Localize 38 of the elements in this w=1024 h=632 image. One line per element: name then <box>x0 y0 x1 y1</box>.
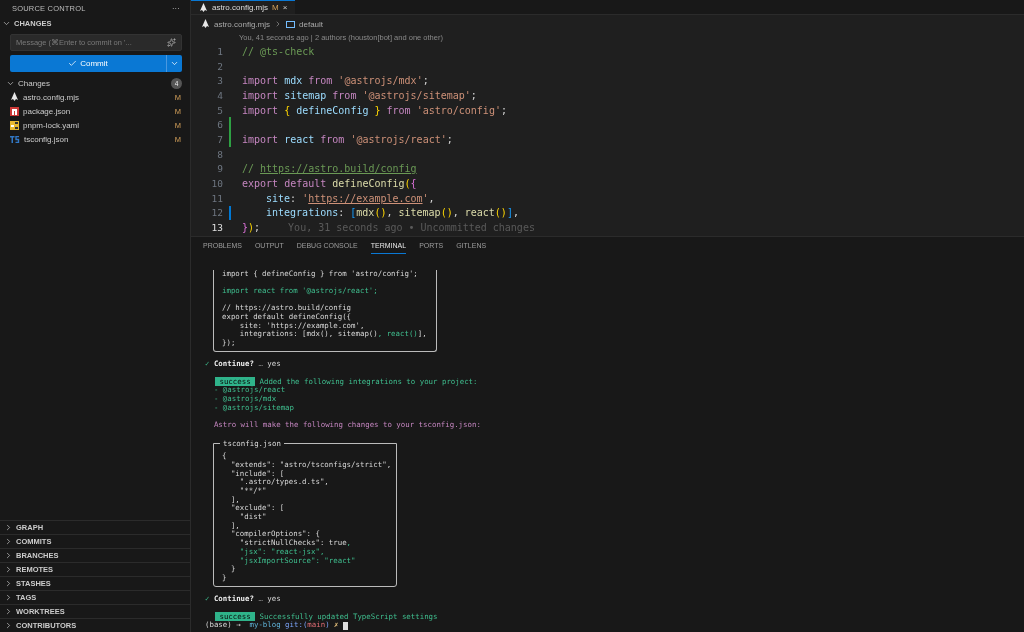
rocket-icon <box>199 2 208 13</box>
code-line: import sitemap from '@astrojs/sitemap'; <box>242 89 477 101</box>
rocket-icon <box>10 92 19 102</box>
breadcrumb-item[interactable]: default <box>299 19 324 29</box>
line-number: 4 <box>216 89 223 101</box>
line-number: 2 <box>216 60 223 72</box>
line-number: 8 <box>216 148 223 160</box>
code-line: import react from '@astrojs/react'; <box>242 133 453 145</box>
grid-icon <box>10 120 19 130</box>
code-line: integrations: [mdx(), sitemap(), react()], <box>265 207 519 219</box>
code-line: site: 'https://example.com', <box>265 192 435 204</box>
editor-tab[interactable]: astro.config.mjs M × <box>191 0 296 14</box>
rocket-icon <box>201 19 210 29</box>
line-number: 9 <box>216 163 223 175</box>
line-number: 11 <box>210 192 223 204</box>
code-line: export default defineConfig({ <box>242 178 417 190</box>
code-line: // @ts-check <box>242 45 315 57</box>
line-number: 1 <box>216 45 223 57</box>
line-number: 6 <box>216 119 223 131</box>
commit-button[interactable]: Commit <box>10 55 166 72</box>
typescript-icon <box>10 135 20 143</box>
package-icon <box>10 106 19 116</box>
variable-icon <box>286 20 296 28</box>
line-number: 12 <box>210 207 223 219</box>
sparkle-icon <box>167 38 176 47</box>
code-line: import { defineConfig } from 'astro/config'; <box>242 104 507 116</box>
code-line: import mdx from '@astrojs/mdx'; <box>242 75 429 87</box>
cursor <box>342 621 348 630</box>
line-number: 5 <box>216 104 223 116</box>
chevron-down-icon <box>170 59 179 68</box>
breadcrumb-item[interactable]: astro.config.mjs <box>214 19 271 29</box>
code-line: // https://astro.build/config <box>242 163 417 175</box>
line-number: 7 <box>216 133 223 145</box>
line-number: 3 <box>216 75 223 87</box>
code-line: }); <box>242 222 261 234</box>
line-number: 10 <box>210 178 223 190</box>
check-icon <box>68 59 78 68</box>
line-number: 13 <box>210 222 223 234</box>
